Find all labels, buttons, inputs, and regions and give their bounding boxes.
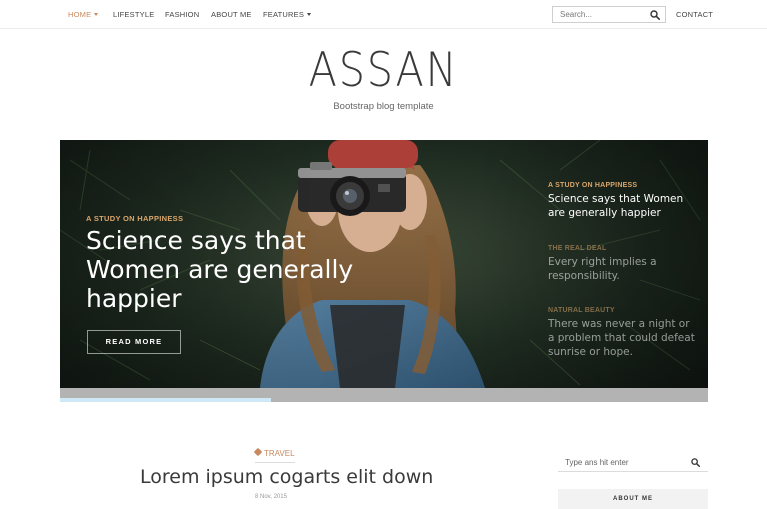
caret-down-icon (307, 12, 312, 16)
tag-icon (253, 447, 263, 457)
nav-search (552, 6, 666, 23)
top-navbar: HOME LIFESTYLE FASHION ABOUT ME FEATURES… (0, 0, 767, 29)
site-tagline: Bootstrap blog template (333, 101, 434, 112)
nav-item-label: ABOUT ME (211, 10, 252, 19)
slider-progress-fill (60, 398, 271, 402)
nav-item-about-me[interactable]: ABOUT ME (211, 10, 252, 19)
nav-item-contact[interactable]: CONTACT (676, 10, 713, 19)
search-icon[interactable] (691, 458, 700, 467)
post-title[interactable]: Lorem ipsum cogarts elit down (140, 466, 433, 488)
post-category-tag[interactable]: TRAVEL (253, 447, 295, 463)
hero-category[interactable]: A STUDY ON HAPPINESS (86, 214, 183, 223)
nav-item-features[interactable]: FEATURES (263, 10, 312, 19)
caret-down-icon (94, 12, 99, 16)
slide-thumb-2[interactable]: THE REAL DEAL Every right implies a resp… (548, 245, 698, 283)
about-me-heading: ABOUT ME (613, 496, 653, 502)
nav-item-label: CONTACT (676, 10, 714, 19)
read-more-button[interactable]: READ MORE (87, 330, 181, 354)
nav-item-home[interactable]: HOME (68, 10, 99, 19)
hero-slider: A STUDY ON HAPPINESS Science says that W… (60, 140, 708, 388)
nav-item-label: FASHION (165, 10, 200, 19)
nav-item-lifestyle[interactable]: LIFESTYLE (113, 10, 154, 19)
post-tag-label: TRAVEL (264, 449, 295, 458)
slide-title: There was never a night or a problem tha… (548, 318, 695, 358)
slide-thumb-3[interactable]: NATURAL BEAUTY There was never a night o… (548, 307, 698, 359)
nav-item-label: HOME (68, 10, 92, 19)
slide-title: Every right implies a responsibility. (548, 256, 657, 282)
sidebar-search (558, 452, 708, 472)
slide-category: THE REAL DEAL (548, 245, 607, 252)
slide-category: A STUDY ON HAPPINESS (548, 182, 638, 189)
hero-title[interactable]: Science says that Women are generally ha… (86, 226, 386, 313)
nav-item-label: FEATURES (263, 10, 305, 19)
search-icon[interactable] (650, 10, 660, 20)
site-logo[interactable]: ASSAN (46, 47, 721, 94)
slide-title: Science says that Women are generally ha… (548, 193, 684, 219)
post-date: 8 Nov, 2015 (255, 494, 287, 500)
slide-thumb-1[interactable]: A STUDY ON HAPPINESS Science says that W… (548, 182, 698, 220)
about-me-widget: ABOUT ME (558, 489, 708, 509)
nav-item-fashion[interactable]: FASHION (165, 10, 199, 19)
nav-item-label: LIFESTYLE (113, 10, 155, 19)
nav-search-input[interactable] (553, 7, 648, 22)
sidebar-search-input[interactable] (558, 455, 683, 469)
slide-category: NATURAL BEAUTY (548, 307, 615, 314)
